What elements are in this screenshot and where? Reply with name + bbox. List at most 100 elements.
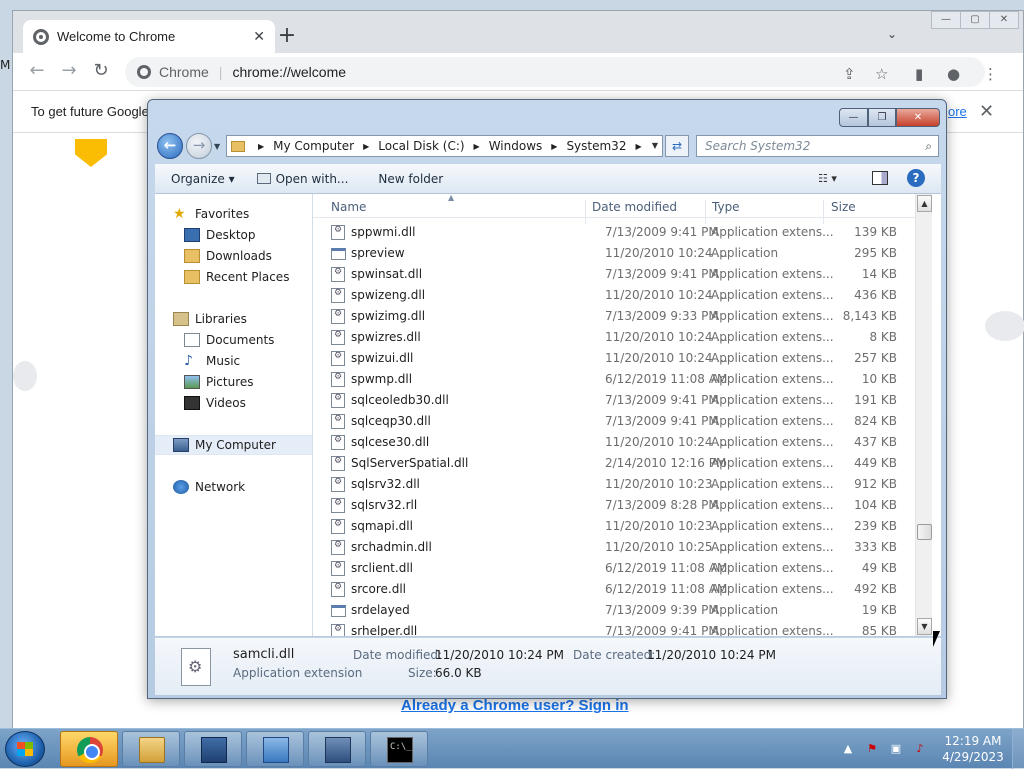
file-row[interactable]: sqmapi.dll 11/20/2010 10:23 ...Applicatio…	[313, 516, 923, 537]
breadcrumb-my-computer[interactable]: My Computer	[273, 139, 354, 153]
column-size[interactable]: Size	[831, 200, 856, 214]
tray-expand-icon[interactable]: ▲	[840, 741, 856, 757]
reload-icon[interactable]: ↻	[89, 61, 113, 81]
maximize-button[interactable]: ❐	[868, 108, 896, 127]
nav-favorites[interactable]: ★ Favorites	[155, 204, 312, 224]
side-panel-icon[interactable]: ▮	[915, 65, 923, 83]
file-row[interactable]: sqlceqp30.dll 7/13/2009 9:41 PMApplicatio…	[313, 411, 923, 432]
back-button[interactable]: ←	[157, 133, 183, 159]
network-status-icon[interactable]: ▣	[888, 741, 904, 757]
nav-recent-places[interactable]: Recent Places	[155, 267, 312, 287]
search-icon[interactable]: ⌕	[925, 139, 932, 153]
column-date-modified[interactable]: Date modified	[592, 200, 677, 214]
nav-downloads[interactable]: Downloads	[155, 246, 312, 266]
omnibox[interactable]: Chrome | chrome://welcome	[125, 57, 985, 87]
organize-button[interactable]: Organize ▾	[160, 172, 246, 186]
file-row[interactable]: srcore.dll 6/12/2019 11:08 AMApplication …	[313, 579, 923, 600]
bookmark-star-icon[interactable]: ☆	[875, 65, 888, 83]
scroll-down-button[interactable]: ▼	[917, 618, 932, 635]
breadcrumb-system32[interactable]: System32	[566, 139, 626, 153]
help-icon[interactable]: ?	[907, 169, 925, 187]
forward-button[interactable]: →	[186, 133, 212, 159]
scroll-up-button[interactable]: ▲	[917, 195, 932, 212]
column-name[interactable]: Name	[331, 200, 366, 214]
nav-pictures[interactable]: Pictures	[155, 372, 312, 392]
taskbar-remote-desktop[interactable]	[184, 731, 242, 767]
profile-avatar-icon[interactable]: ●	[947, 65, 960, 83]
infobar-link[interactable]: ore	[948, 104, 967, 119]
breadcrumb-arrow-icon[interactable]: ▶	[474, 142, 480, 151]
taskbar-my-computer[interactable]	[308, 731, 366, 767]
tab-welcome[interactable]: Welcome to Chrome ✕	[23, 20, 275, 53]
nav-my-computer[interactable]: My Computer	[155, 435, 312, 455]
taskbar-network-center[interactable]	[246, 731, 304, 767]
show-desktop-button[interactable]	[1012, 729, 1024, 769]
start-button[interactable]	[5, 731, 45, 767]
breadcrumb-arrow-icon[interactable]: ▶	[635, 142, 641, 151]
change-view-icon[interactable]: ☷ ▾	[818, 172, 837, 185]
file-row[interactable]: srchadmin.dll 11/20/2010 10:25 ...Applica…	[313, 537, 923, 558]
menu-kebab-icon[interactable]: ⋮	[983, 65, 998, 83]
breadcrumb-local-disk[interactable]: Local Disk (C:)	[378, 139, 464, 153]
taskbar-chrome[interactable]	[60, 731, 118, 767]
file-row[interactable]: sqlsrv32.dll 11/20/2010 10:23 ...Applicat…	[313, 474, 923, 495]
minimize-button[interactable]: —	[931, 11, 961, 29]
refresh-button[interactable]: ⇄	[665, 135, 689, 157]
search-input[interactable]: Search System32 ⌕	[696, 135, 939, 157]
breadcrumb-arrow-icon[interactable]: ▶	[258, 142, 264, 151]
open-with-button[interactable]: Open with...	[246, 172, 360, 186]
column-type[interactable]: Type	[712, 200, 740, 214]
new-folder-button[interactable]: New folder	[367, 172, 454, 186]
address-dropdown-icon[interactable]: ▼	[652, 141, 658, 150]
taskbar-explorer[interactable]	[122, 731, 180, 767]
clock[interactable]: 12:19 AM 4/29/2023	[940, 733, 1006, 765]
scroll-thumb[interactable]	[917, 524, 932, 540]
nav-music[interactable]: ♪ Music	[155, 351, 312, 371]
column-divider[interactable]	[823, 200, 824, 224]
volume-muted-icon[interactable]: ♪	[912, 741, 928, 757]
file-row[interactable]: spwizui.dll 11/20/2010 10:24 ...Applicati…	[313, 348, 923, 369]
file-row[interactable]: spwizres.dll 11/20/2010 10:24 ...Applicat…	[313, 327, 923, 348]
file-row[interactable]: sppwmi.dll 7/13/2009 9:41 PMApplication e…	[313, 222, 923, 243]
forward-arrow-icon[interactable]: →	[57, 61, 81, 81]
breadcrumb-arrow-icon[interactable]: ▶	[551, 142, 557, 151]
nav-network[interactable]: Network	[155, 477, 312, 497]
nav-desktop[interactable]: Desktop	[155, 225, 312, 245]
vertical-scrollbar[interactable]: ▲ ▼	[915, 194, 932, 636]
file-row[interactable]: sqlcese30.dll 11/20/2010 10:24 ...Applica…	[313, 432, 923, 453]
file-row[interactable]: srclient.dll 6/12/2019 11:08 AMApplicatio…	[313, 558, 923, 579]
file-row[interactable]: spwizeng.dll 11/20/2010 10:24 ...Applicat…	[313, 285, 923, 306]
taskbar-cmd[interactable]: C:\_	[370, 731, 428, 767]
tab-close-icon[interactable]: ✕	[253, 29, 265, 45]
infobar-close-icon[interactable]: ✕	[979, 101, 994, 122]
back-arrow-icon[interactable]: ←	[25, 61, 49, 81]
omnibox-url[interactable]: chrome://welcome	[232, 64, 346, 80]
file-row[interactable]: sqlsrv32.rll 7/13/2009 8:28 PMApplication…	[313, 495, 923, 516]
maximize-button[interactable]: ▢	[960, 11, 990, 29]
nav-libraries[interactable]: Libraries	[155, 309, 312, 329]
close-button[interactable]: ✕	[989, 11, 1019, 29]
nav-documents[interactable]: Documents	[155, 330, 312, 350]
address-bar[interactable]: ▶ My Computer ▶ Local Disk (C:) ▶ Window…	[226, 135, 663, 157]
minimize-button[interactable]: —	[839, 108, 868, 127]
breadcrumb-arrow-icon[interactable]: ▶	[363, 142, 369, 151]
file-row[interactable]: spreview 11/20/2010 10:24 ... Application 2…	[313, 243, 923, 264]
file-row[interactable]: spwizimg.dll 7/13/2009 9:33 PMApplication…	[313, 306, 923, 327]
column-divider[interactable]	[705, 200, 706, 224]
signin-link[interactable]: Already a Chrome user? Sign in	[401, 697, 629, 714]
preview-pane-icon[interactable]	[872, 171, 888, 185]
share-icon[interactable]: ⇪	[843, 65, 856, 83]
file-row[interactable]: srdelayed 7/13/2009 9:39 PM Application 19 …	[313, 600, 923, 621]
breadcrumb-windows[interactable]: Windows	[489, 139, 543, 153]
file-row[interactable]: srhelper.dll 7/13/2009 9:41 PMApplication…	[313, 621, 923, 636]
close-button[interactable]: ✕	[896, 108, 940, 127]
nav-videos[interactable]: Videos	[155, 393, 312, 413]
file-row[interactable]: spwinsat.dll 7/13/2009 9:41 PMApplication…	[313, 264, 923, 285]
file-row[interactable]: SqlServerSpatial.dll 2/14/2010 12:16 PMAp…	[313, 453, 923, 474]
file-row[interactable]: sqlceoledb30.dll 7/13/2009 9:41 PMApplica…	[313, 390, 923, 411]
file-row[interactable]: spwmp.dll 6/12/2019 11:08 AMApplication e…	[313, 369, 923, 390]
tab-search-icon[interactable]: ⌄	[887, 27, 897, 41]
column-divider[interactable]	[585, 200, 586, 224]
action-center-flag-icon[interactable]: ⚑	[864, 741, 880, 757]
recent-pages-chevron-icon[interactable]: ▼	[214, 142, 220, 151]
